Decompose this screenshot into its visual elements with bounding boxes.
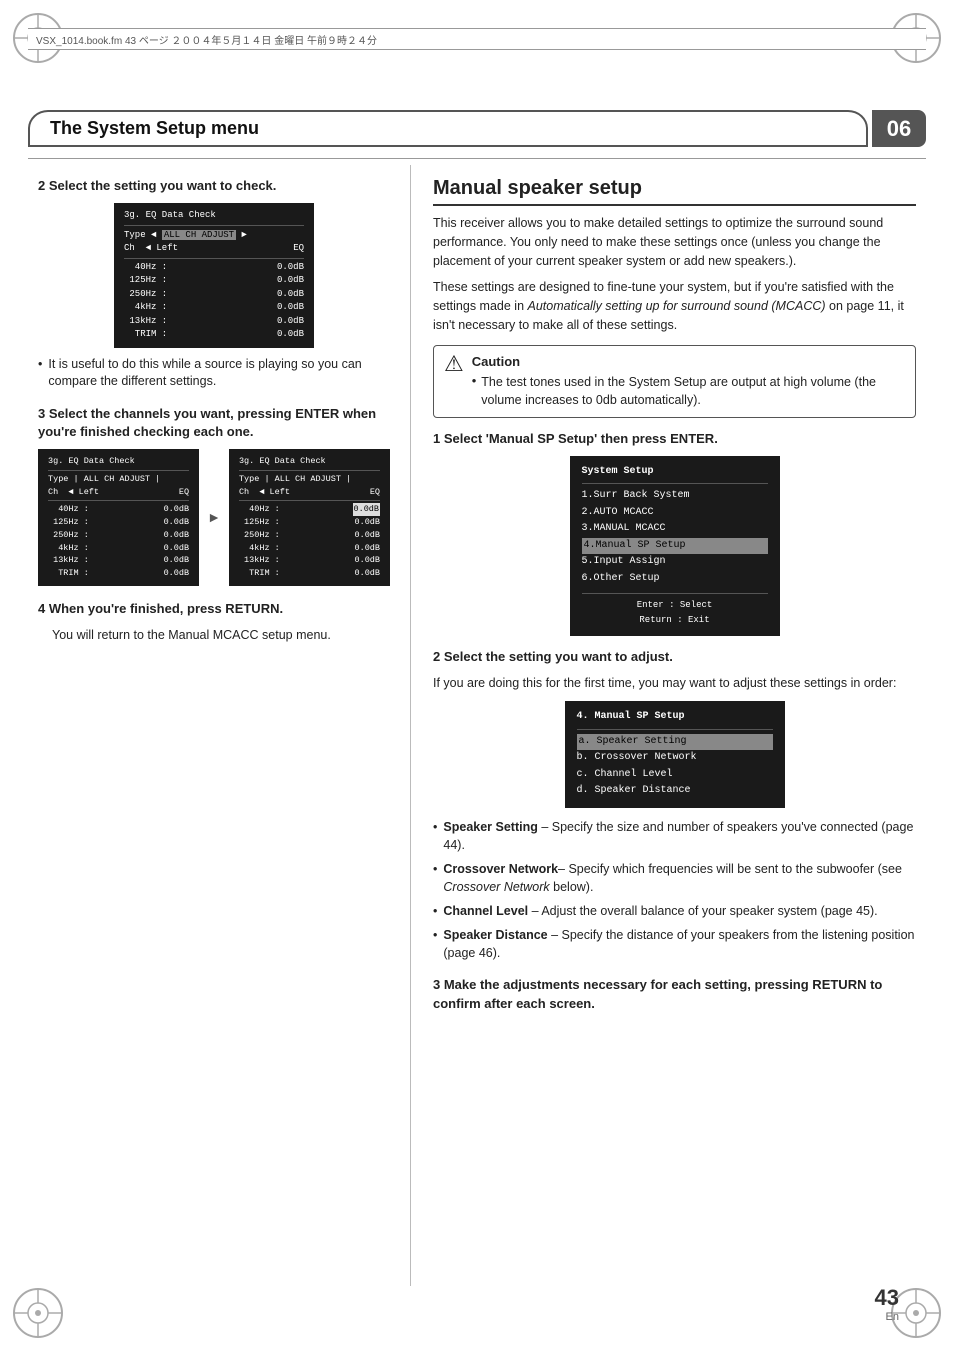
sp-setup-screen: 4. Manual SP Setup a. Speaker Setting b.… — [565, 701, 785, 808]
page-title-section: The System Setup menu 06 — [28, 110, 926, 147]
caution-title: Caution — [472, 354, 905, 369]
ss-item-6: 6.Other Setup — [582, 571, 768, 588]
left-step2: 2 Select the setting you want to check. … — [38, 177, 390, 391]
right-step3-heading: 3 Make the adjustments necessary for eac… — [433, 976, 916, 1012]
bullet-crossover-network: Crossover Network– Specify which frequen… — [433, 860, 916, 896]
right-step2-heading: 2 Select the setting you want to adjust. — [433, 648, 916, 666]
bullet-speaker-setting: Speaker Setting – Specify the size and n… — [433, 818, 916, 854]
right-bullets: Speaker Setting – Specify the size and n… — [433, 818, 916, 963]
section-title: Manual speaker setup — [433, 177, 916, 206]
page-title: The System Setup menu — [50, 118, 259, 139]
ss-footer: Enter : Select Return : Exit — [582, 593, 768, 628]
caution-icon: ⚠ — [444, 351, 464, 377]
arrow-between-screens: ► — [207, 449, 221, 586]
page-number: 43 — [875, 1285, 899, 1311]
caution-content: Caution • The test tones used in the Sys… — [472, 354, 905, 409]
page-title-box: The System Setup menu — [28, 110, 868, 147]
ss-item-2: 2.AUTO MCACC — [582, 505, 768, 522]
ss-item-5: 5.Input Assign — [582, 554, 768, 571]
left-step2-heading: 2 Select the setting you want to check. — [38, 177, 390, 195]
left-step4: 4 When you're finished, press RETURN. Yo… — [38, 600, 390, 645]
left-step4-body: You will return to the Manual MCACC setu… — [52, 626, 390, 645]
right-step2-body: If you are doing this for the first time… — [433, 674, 916, 693]
caution-box: ⚠ Caution • The test tones used in the S… — [433, 345, 916, 418]
eq-screen-2: 3g. EQ Data Check Type | ALL CH ADJUST |… — [38, 449, 199, 586]
caution-text-wrapper: • The test tones used in the System Setu… — [472, 373, 905, 409]
sp-item-1-highlighted: a. Speaker Setting — [577, 734, 773, 751]
page-number-section: 43 En — [875, 1285, 899, 1323]
ss-item-4-highlighted: 4.Manual SP Setup — [582, 538, 768, 555]
right-step3: 3 Make the adjustments necessary for eac… — [433, 976, 916, 1012]
right-step2: 2 Select the setting you want to adjust.… — [433, 648, 916, 807]
right-intro1: This receiver allows you to make detaile… — [433, 214, 916, 270]
ss-item-3: 3.MANUAL MCACC — [582, 521, 768, 538]
right-step1-heading: 1 Select 'Manual SP Setup' then press EN… — [433, 430, 916, 448]
title-underline — [28, 158, 926, 159]
page-en: En — [875, 1311, 899, 1323]
left-step4-heading: 4 When you're finished, press RETURN. — [38, 600, 390, 618]
corner-decoration-bl — [8, 1283, 68, 1343]
chapter-number-box: 06 — [872, 110, 926, 147]
bullet-channel-level: Channel Level – Adjust the overall balan… — [433, 902, 916, 920]
left-step3: 3 Select the channels you want, pressing… — [38, 405, 390, 586]
eq-screen-1: 3g. EQ Data Check Type ◄ ALL CH ADJUST ►… — [114, 203, 314, 348]
system-setup-screen: System Setup 1.Surr Back System 2.AUTO M… — [570, 456, 780, 636]
right-intro2: These settings are designed to fine-tune… — [433, 278, 916, 334]
sp-item-4: d. Speaker Distance — [577, 783, 773, 800]
left-step2-bullet: It is useful to do this while a source i… — [38, 356, 390, 391]
main-content: 2 Select the setting you want to check. … — [28, 165, 926, 1286]
column-divider — [410, 165, 411, 1286]
right-step1: 1 Select 'Manual SP Setup' then press EN… — [433, 430, 916, 636]
bullet-speaker-distance: Speaker Distance – Specify the distance … — [433, 926, 916, 962]
caution-text: The test tones used in the System Setup … — [481, 373, 905, 409]
ss-item-1: 1.Surr Back System — [582, 488, 768, 505]
eq-screen-3: 3g. EQ Data Check Type | ALL CH ADJUST |… — [229, 449, 390, 586]
sp-item-2: b. Crossover Network — [577, 750, 773, 767]
right-column: Manual speaker setup This receiver allow… — [413, 165, 926, 1286]
left-step3-heading: 3 Select the channels you want, pressing… — [38, 405, 390, 441]
sp-item-3: c. Channel Level — [577, 767, 773, 784]
file-info-bar: VSX_1014.book.fm 43 ページ ２００４年５月１４日 金曜日 午… — [28, 28, 926, 50]
chapter-number: 06 — [887, 116, 911, 142]
eq-screens-pair: 3g. EQ Data Check Type | ALL CH ADJUST |… — [38, 449, 390, 586]
file-info-text: VSX_1014.book.fm 43 ページ ２００４年５月１４日 金曜日 午… — [36, 32, 377, 47]
left-column: 2 Select the setting you want to check. … — [28, 165, 408, 1286]
